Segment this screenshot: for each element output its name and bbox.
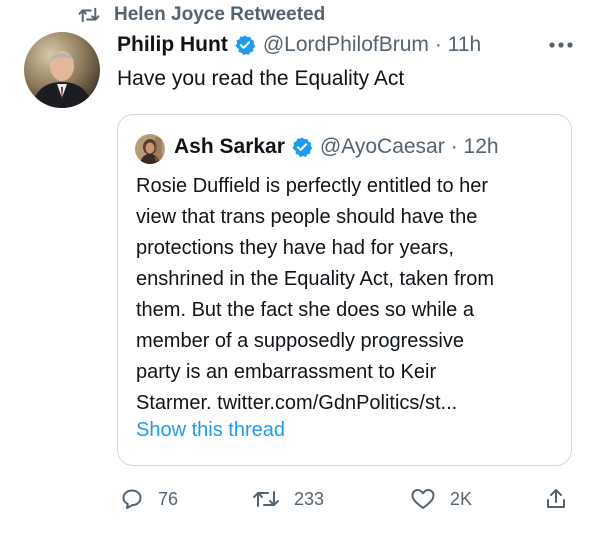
avatar[interactable] xyxy=(24,32,100,108)
like-count: 2K xyxy=(450,488,473,509)
quoted-tweet-text: Rosie Duffield is perfectly entitled to … xyxy=(136,171,561,419)
retweet-button[interactable]: 233 xyxy=(252,487,324,511)
quoted-avatar-photo xyxy=(135,134,165,164)
author-handle[interactable]: @LordPhilofBrum xyxy=(263,33,429,57)
avatar-photo xyxy=(24,32,100,108)
retweet-icon xyxy=(253,491,279,507)
quoted-text-line: Rosie Duffield is perfectly entitled to … xyxy=(136,175,489,197)
author-name[interactable]: Philip Hunt xyxy=(117,33,228,57)
quoted-text-line: Starmer. twitter.com/GdnPolitics/st... xyxy=(136,392,458,414)
reply-icon xyxy=(122,489,142,509)
retweet-header-icon xyxy=(78,7,100,23)
quoted-text-line: view that trans people should have the xyxy=(136,206,478,228)
quoted-text-line: party is an embarrassment to Keir xyxy=(136,361,437,383)
quoted-tweet-time[interactable]: · 12h xyxy=(451,135,499,159)
quoted-text-line: them. But the fact she does so while a xyxy=(136,299,474,321)
share-icon xyxy=(547,489,565,508)
retweet-count: 233 xyxy=(294,488,325,509)
quoted-author-line: Ash Sarkar @AyoCaesar · 12h xyxy=(174,135,499,159)
quoted-text-line: member of a supposedly progressive xyxy=(136,330,464,352)
quoted-author-handle[interactable]: @AyoCaesar xyxy=(320,135,445,159)
share-button[interactable] xyxy=(544,487,568,511)
more-dots-icon[interactable] xyxy=(548,38,574,52)
quoted-text-line: protections they have had for years, xyxy=(136,237,454,259)
reply-count: 76 xyxy=(158,488,179,509)
tweet-time[interactable]: · 11h xyxy=(435,33,481,57)
quoted-avatar[interactable] xyxy=(135,134,165,164)
reply-button[interactable]: 76 xyxy=(120,487,178,511)
verified-badge-icon xyxy=(292,137,313,158)
tweet-text: Have you read the Equality Act xyxy=(117,67,405,90)
quoted-author-name[interactable]: Ash Sarkar xyxy=(174,135,285,159)
quoted-tweet-card[interactable]: Ash Sarkar @AyoCaesar · 12h Rosie Duffie… xyxy=(117,114,572,466)
tweet-author-line: Philip Hunt @LordPhilofBrum · 11h xyxy=(117,33,481,57)
like-button[interactable]: 2K xyxy=(410,487,472,511)
quoted-text-line: enshrined in the Equality Act, taken fro… xyxy=(136,268,494,290)
retweeted-by-label[interactable]: Helen Joyce Retweeted xyxy=(114,4,325,26)
verified-badge-icon xyxy=(235,35,256,56)
show-thread-link[interactable]: Show this thread xyxy=(136,419,285,442)
heart-icon xyxy=(411,489,435,509)
